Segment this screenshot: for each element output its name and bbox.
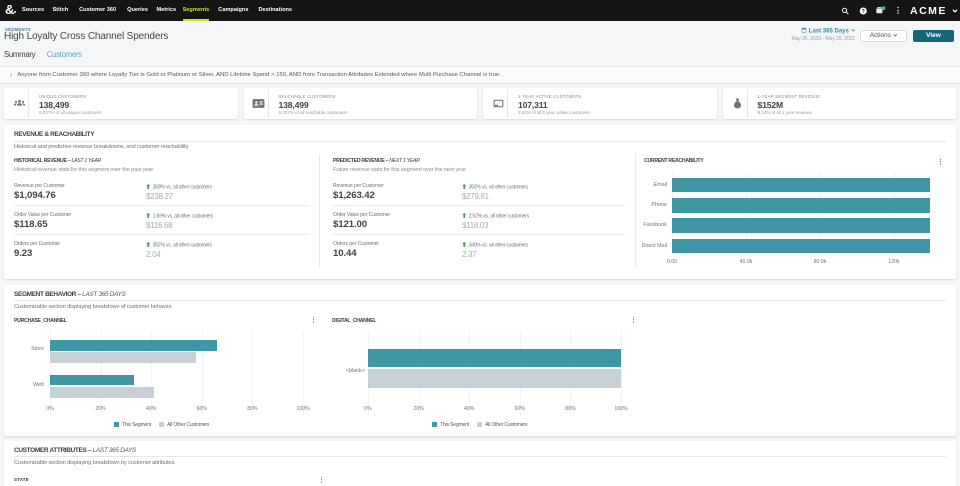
svg-text:?: ? [862, 8, 865, 14]
